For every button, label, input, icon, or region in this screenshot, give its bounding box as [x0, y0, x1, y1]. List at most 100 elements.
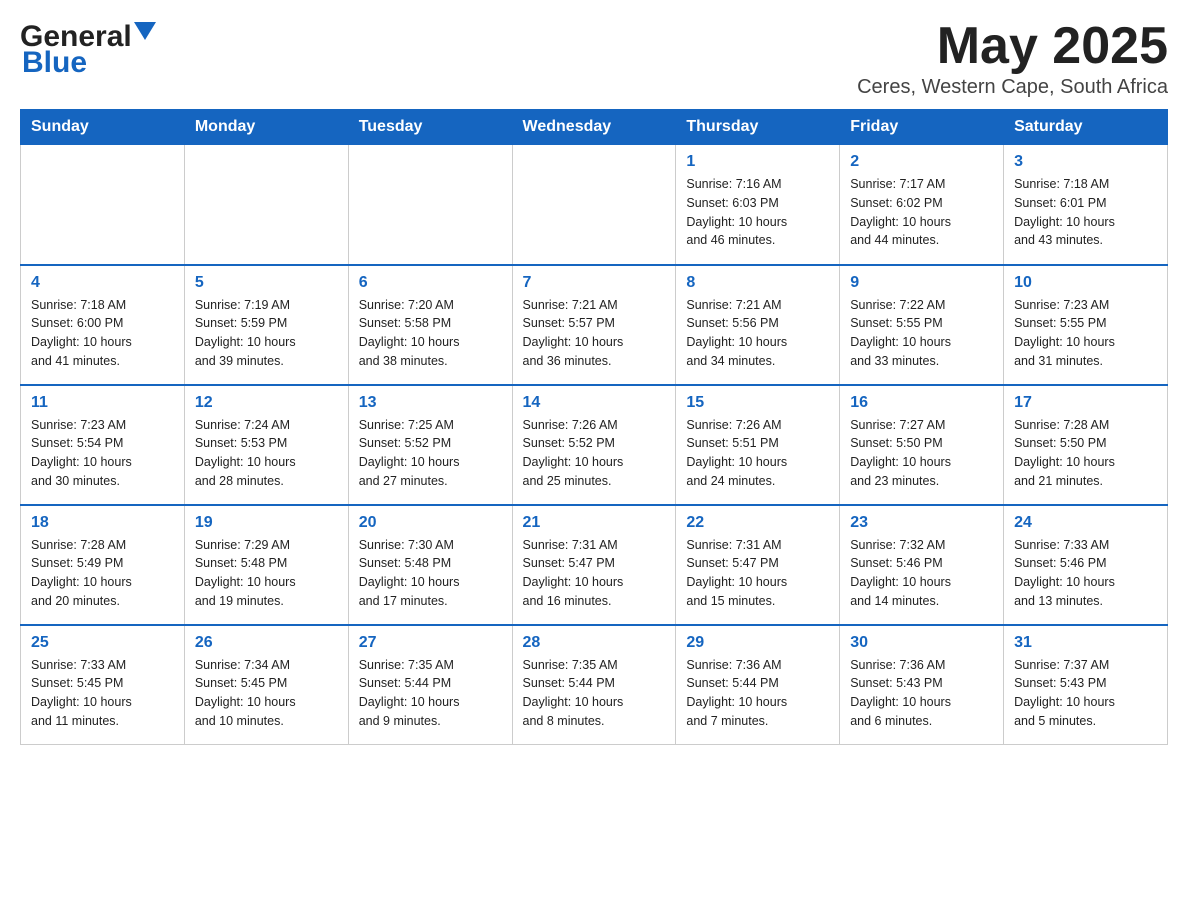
col-header-tuesday: Tuesday	[348, 110, 512, 145]
col-header-monday: Monday	[184, 110, 348, 145]
day-number: 29	[686, 634, 829, 652]
calendar-day-cell: 23 Sunrise: 7:32 AMSunset: 5:46 PMDayligh…	[840, 505, 1004, 625]
calendar-day-cell: 30 Sunrise: 7:36 AMSunset: 5:43 PMDayligh…	[840, 625, 1004, 745]
day-info: Sunrise: 7:22 AMSunset: 5:55 PMDaylight:…	[850, 296, 993, 371]
day-info: Sunrise: 7:19 AMSunset: 5:59 PMDaylight:…	[195, 296, 338, 371]
day-info: Sunrise: 7:31 AMSunset: 5:47 PMDaylight:…	[686, 536, 829, 611]
day-number: 28	[523, 634, 666, 652]
day-number: 13	[359, 394, 502, 412]
day-number: 4	[31, 274, 174, 292]
day-number: 26	[195, 634, 338, 652]
calendar-day-cell: 14Sunrise: 7:26 AMSunset: 5:52 PMDayligh…	[512, 385, 676, 505]
day-info: Sunrise: 7:23 AMSunset: 5:55 PMDaylight:…	[1014, 296, 1157, 371]
day-info: Sunrise: 7:36 AMSunset: 5:43 PMDaylight:…	[850, 656, 993, 731]
calendar-day-cell: 11 Sunrise: 7:23 AMSunset: 5:54 PMDayligh…	[21, 385, 185, 505]
calendar-day-cell: 27 Sunrise: 7:35 AMSunset: 5:44 PMDayligh…	[348, 625, 512, 745]
calendar-day-cell: 13 Sunrise: 7:25 AMSunset: 5:52 PMDayligh…	[348, 385, 512, 505]
day-info: Sunrise: 7:20 AMSunset: 5:58 PMDaylight:…	[359, 296, 502, 371]
day-info: Sunrise: 7:17 AMSunset: 6:02 PMDaylight:…	[850, 175, 993, 250]
title-block: May 2025 Ceres, Western Cape, South Afri…	[857, 20, 1168, 99]
calendar-day-cell	[21, 145, 185, 265]
calendar-day-cell: 18 Sunrise: 7:28 AMSunset: 5:49 PMDayligh…	[21, 505, 185, 625]
day-info: Sunrise: 7:28 AMSunset: 5:50 PMDaylight:…	[1014, 416, 1157, 491]
calendar-day-cell: 17 Sunrise: 7:28 AMSunset: 5:50 PMDayligh…	[1004, 385, 1168, 505]
calendar-day-cell: 21Sunrise: 7:31 AMSunset: 5:47 PMDayligh…	[512, 505, 676, 625]
calendar-day-cell: 29Sunrise: 7:36 AMSunset: 5:44 PMDayligh…	[676, 625, 840, 745]
day-number: 20	[359, 514, 502, 532]
day-info: Sunrise: 7:21 AMSunset: 5:57 PMDaylight:…	[523, 296, 666, 371]
calendar-day-cell: 31 Sunrise: 7:37 AMSunset: 5:43 PMDayligh…	[1004, 625, 1168, 745]
col-header-saturday: Saturday	[1004, 110, 1168, 145]
day-number: 30	[850, 634, 993, 652]
day-number: 12	[195, 394, 338, 412]
day-number: 6	[359, 274, 502, 292]
day-number: 24	[1014, 514, 1157, 532]
day-number: 18	[31, 514, 174, 532]
col-header-thursday: Thursday	[676, 110, 840, 145]
calendar-day-cell: 6 Sunrise: 7:20 AMSunset: 5:58 PMDaylight…	[348, 265, 512, 385]
day-info: Sunrise: 7:35 AMSunset: 5:44 PMDaylight:…	[359, 656, 502, 731]
day-info: Sunrise: 7:33 AMSunset: 5:45 PMDaylight:…	[31, 656, 174, 731]
location-subtitle: Ceres, Western Cape, South Africa	[857, 76, 1168, 99]
calendar-day-cell: 15 Sunrise: 7:26 AMSunset: 5:51 PMDayligh…	[676, 385, 840, 505]
day-info: Sunrise: 7:32 AMSunset: 5:46 PMDaylight:…	[850, 536, 993, 611]
day-number: 10	[1014, 274, 1157, 292]
calendar-day-cell	[184, 145, 348, 265]
calendar-day-cell: 4 Sunrise: 7:18 AMSunset: 6:00 PMDaylight…	[21, 265, 185, 385]
day-number: 11	[31, 394, 174, 412]
day-number: 15	[686, 394, 829, 412]
day-number: 21	[523, 514, 666, 532]
day-info: Sunrise: 7:24 AMSunset: 5:53 PMDaylight:…	[195, 416, 338, 491]
day-info: Sunrise: 7:16 AMSunset: 6:03 PMDaylight:…	[686, 175, 829, 250]
calendar-day-cell	[512, 145, 676, 265]
page-header: General Blue May 2025 Ceres, Western Cap…	[20, 20, 1168, 99]
calendar-table: SundayMondayTuesdayWednesdayThursdayFrid…	[20, 109, 1168, 745]
calendar-day-cell: 19Sunrise: 7:29 AMSunset: 5:48 PMDayligh…	[184, 505, 348, 625]
day-number: 16	[850, 394, 993, 412]
calendar-day-cell: 5 Sunrise: 7:19 AMSunset: 5:59 PMDaylight…	[184, 265, 348, 385]
calendar-day-cell: 1 Sunrise: 7:16 AMSunset: 6:03 PMDaylight…	[676, 145, 840, 265]
day-number: 14	[523, 394, 666, 412]
day-number: 19	[195, 514, 338, 532]
calendar-day-cell: 26 Sunrise: 7:34 AMSunset: 5:45 PMDayligh…	[184, 625, 348, 745]
logo-blue: Blue	[22, 46, 87, 80]
day-info: Sunrise: 7:27 AMSunset: 5:50 PMDaylight:…	[850, 416, 993, 491]
day-number: 22	[686, 514, 829, 532]
day-number: 1	[686, 153, 829, 171]
day-info: Sunrise: 7:35 AMSunset: 5:44 PMDaylight:…	[523, 656, 666, 731]
day-info: Sunrise: 7:26 AMSunset: 5:51 PMDaylight:…	[686, 416, 829, 491]
col-header-wednesday: Wednesday	[512, 110, 676, 145]
day-info: Sunrise: 7:34 AMSunset: 5:45 PMDaylight:…	[195, 656, 338, 731]
day-number: 8	[686, 274, 829, 292]
day-info: Sunrise: 7:18 AMSunset: 6:01 PMDaylight:…	[1014, 175, 1157, 250]
day-info: Sunrise: 7:30 AMSunset: 5:48 PMDaylight:…	[359, 536, 502, 611]
day-number: 5	[195, 274, 338, 292]
calendar-week-row: 18 Sunrise: 7:28 AMSunset: 5:49 PMDayligh…	[21, 505, 1168, 625]
day-info: Sunrise: 7:18 AMSunset: 6:00 PMDaylight:…	[31, 296, 174, 371]
day-info: Sunrise: 7:28 AMSunset: 5:49 PMDaylight:…	[31, 536, 174, 611]
calendar-day-cell: 10 Sunrise: 7:23 AMSunset: 5:55 PMDayligh…	[1004, 265, 1168, 385]
calendar-day-cell: 7Sunrise: 7:21 AMSunset: 5:57 PMDaylight…	[512, 265, 676, 385]
day-number: 23	[850, 514, 993, 532]
day-number: 27	[359, 634, 502, 652]
calendar-week-row: 11 Sunrise: 7:23 AMSunset: 5:54 PMDayligh…	[21, 385, 1168, 505]
day-number: 3	[1014, 153, 1157, 171]
day-info: Sunrise: 7:33 AMSunset: 5:46 PMDaylight:…	[1014, 536, 1157, 611]
calendar-day-cell: 8 Sunrise: 7:21 AMSunset: 5:56 PMDaylight…	[676, 265, 840, 385]
day-info: Sunrise: 7:25 AMSunset: 5:52 PMDaylight:…	[359, 416, 502, 491]
day-number: 31	[1014, 634, 1157, 652]
calendar-header-row: SundayMondayTuesdayWednesdayThursdayFrid…	[21, 110, 1168, 145]
calendar-day-cell: 24 Sunrise: 7:33 AMSunset: 5:46 PMDayligh…	[1004, 505, 1168, 625]
calendar-day-cell: 2Sunrise: 7:17 AMSunset: 6:02 PMDaylight…	[840, 145, 1004, 265]
calendar-day-cell: 28 Sunrise: 7:35 AMSunset: 5:44 PMDayligh…	[512, 625, 676, 745]
day-info: Sunrise: 7:21 AMSunset: 5:56 PMDaylight:…	[686, 296, 829, 371]
calendar-day-cell: 22 Sunrise: 7:31 AMSunset: 5:47 PMDayligh…	[676, 505, 840, 625]
calendar-day-cell: 12 Sunrise: 7:24 AMSunset: 5:53 PMDayligh…	[184, 385, 348, 505]
day-number: 17	[1014, 394, 1157, 412]
calendar-day-cell	[348, 145, 512, 265]
day-info: Sunrise: 7:23 AMSunset: 5:54 PMDaylight:…	[31, 416, 174, 491]
day-info: Sunrise: 7:37 AMSunset: 5:43 PMDaylight:…	[1014, 656, 1157, 731]
col-header-friday: Friday	[840, 110, 1004, 145]
calendar-week-row: 4 Sunrise: 7:18 AMSunset: 6:00 PMDaylight…	[21, 265, 1168, 385]
calendar-day-cell: 25Sunrise: 7:33 AMSunset: 5:45 PMDayligh…	[21, 625, 185, 745]
